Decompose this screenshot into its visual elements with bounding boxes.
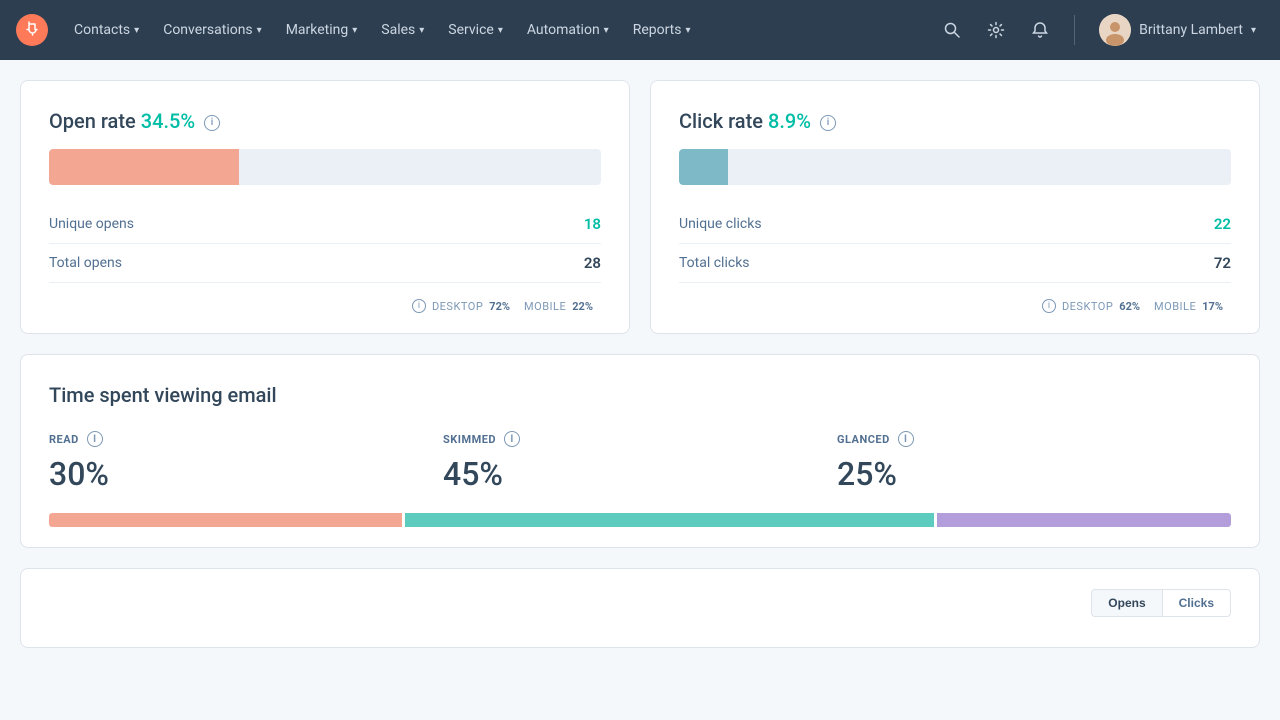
click-mobile-val: 17% bbox=[1202, 300, 1223, 313]
click-rate-fill bbox=[679, 149, 728, 185]
time-card-title: Time spent viewing email bbox=[49, 383, 1231, 407]
username-label: Brittany Lambert bbox=[1139, 22, 1243, 38]
unique-opens-value: 18 bbox=[584, 215, 601, 233]
navbar: Contacts ▾ Conversations ▾ Marketing ▾ S… bbox=[0, 0, 1280, 60]
click-desktop-val: 62% bbox=[1119, 300, 1140, 313]
glanced-info-icon[interactable]: i bbox=[898, 431, 914, 447]
desktop-val: 72% bbox=[489, 300, 510, 313]
chevron-down-icon: ▾ bbox=[257, 25, 262, 36]
read-info-icon[interactable]: i bbox=[87, 431, 103, 447]
time-stats: READ i 30% SKIMMED i 45% GLANCED i 25% bbox=[49, 431, 1231, 493]
total-opens-label: Total opens bbox=[49, 255, 122, 271]
open-rate-info-icon[interactable]: i bbox=[204, 115, 220, 131]
opens-button[interactable]: Opens bbox=[1091, 589, 1162, 617]
hubspot-logo[interactable] bbox=[16, 14, 48, 46]
read-value: 30% bbox=[49, 455, 443, 493]
unique-opens-row: Unique opens 18 bbox=[49, 205, 601, 244]
main-content: Open rate 34.5% i Unique opens 18 Total … bbox=[0, 60, 1280, 668]
avatar bbox=[1099, 14, 1131, 46]
skimmed-stat: SKIMMED i 45% bbox=[443, 431, 837, 493]
open-rate-progress-bar bbox=[49, 149, 601, 185]
user-menu[interactable]: Brittany Lambert ▾ bbox=[1091, 10, 1264, 50]
nav-divider bbox=[1074, 15, 1075, 45]
glanced-value: 25% bbox=[837, 455, 1231, 493]
opens-clicks-toggle: Opens Clicks bbox=[1091, 589, 1231, 617]
skimmed-value: 45% bbox=[443, 455, 837, 493]
footer-info-icon[interactable]: i bbox=[412, 299, 426, 313]
nav-reports[interactable]: Reports ▾ bbox=[623, 14, 701, 46]
open-rate-footer: i DESKTOP 72% MOBILE 22% bbox=[49, 299, 601, 313]
nav-contacts[interactable]: Contacts ▾ bbox=[64, 14, 149, 46]
cards-row: Open rate 34.5% i Unique opens 18 Total … bbox=[20, 80, 1260, 334]
nav-service[interactable]: Service ▾ bbox=[438, 14, 513, 46]
chevron-down-icon: ▾ bbox=[498, 25, 503, 36]
open-rate-card: Open rate 34.5% i Unique opens 18 Total … bbox=[20, 80, 630, 334]
settings-button[interactable] bbox=[978, 12, 1014, 48]
click-rate-info-icon[interactable]: i bbox=[820, 115, 836, 131]
chevron-down-icon: ▾ bbox=[419, 25, 424, 36]
nav-automation[interactable]: Automation ▾ bbox=[517, 14, 619, 46]
chevron-down-icon: ▾ bbox=[352, 25, 357, 36]
read-stat: READ i 30% bbox=[49, 431, 443, 493]
mobile-label: MOBILE bbox=[524, 300, 566, 313]
click-rate-title: Click rate 8.9% i bbox=[679, 109, 1231, 133]
total-opens-row: Total opens 28 bbox=[49, 244, 601, 283]
open-rate-fill bbox=[49, 149, 239, 185]
skimmed-label: SKIMMED i bbox=[443, 431, 837, 447]
click-rate-value: 8.9% bbox=[768, 109, 811, 133]
chevron-down-icon: ▾ bbox=[134, 25, 139, 36]
click-rate-card: Click rate 8.9% i Unique clicks 22 Total… bbox=[650, 80, 1260, 334]
click-rate-footer: i DESKTOP 62% MOBILE 17% bbox=[679, 299, 1231, 313]
open-rate-title: Open rate 34.5% i bbox=[49, 109, 601, 133]
glanced-stat: GLANCED i 25% bbox=[837, 431, 1231, 493]
nav-items: Contacts ▾ Conversations ▾ Marketing ▾ S… bbox=[64, 14, 934, 46]
glanced-label: GLANCED i bbox=[837, 431, 1231, 447]
read-bar-segment bbox=[49, 513, 402, 527]
nav-marketing[interactable]: Marketing ▾ bbox=[276, 14, 368, 46]
unique-opens-label: Unique opens bbox=[49, 216, 134, 232]
clicks-button[interactable]: Clicks bbox=[1163, 589, 1231, 617]
open-rate-value: 34.5% bbox=[141, 109, 195, 133]
notifications-button[interactable] bbox=[1022, 12, 1058, 48]
skimmed-bar-segment bbox=[405, 513, 934, 527]
chevron-down-icon: ▾ bbox=[686, 25, 691, 36]
search-button[interactable] bbox=[934, 12, 970, 48]
nav-right: Brittany Lambert ▾ bbox=[934, 10, 1264, 50]
total-clicks-row: Total clicks 72 bbox=[679, 244, 1231, 283]
unique-clicks-label: Unique clicks bbox=[679, 216, 762, 232]
click-rate-progress-bar bbox=[679, 149, 1231, 185]
unique-clicks-row: Unique clicks 22 bbox=[679, 205, 1231, 244]
desktop-label: DESKTOP bbox=[432, 300, 483, 313]
unique-clicks-value: 22 bbox=[1214, 215, 1231, 233]
mobile-val: 22% bbox=[572, 300, 593, 313]
glanced-bar-segment bbox=[937, 513, 1231, 527]
read-label: READ i bbox=[49, 431, 443, 447]
nav-sales[interactable]: Sales ▾ bbox=[371, 14, 434, 46]
user-chevron-icon: ▾ bbox=[1251, 25, 1256, 36]
chevron-down-icon: ▾ bbox=[604, 25, 609, 36]
total-clicks-value: 72 bbox=[1214, 254, 1231, 272]
time-spent-card: Time spent viewing email READ i 30% SKIM… bbox=[20, 354, 1260, 548]
time-stacked-bar bbox=[49, 513, 1231, 527]
total-clicks-label: Total clicks bbox=[679, 255, 750, 271]
click-mobile-label: MOBILE bbox=[1154, 300, 1196, 313]
footer-info-icon2[interactable]: i bbox=[1042, 299, 1056, 313]
total-opens-value: 28 bbox=[584, 254, 601, 272]
skimmed-info-icon[interactable]: i bbox=[504, 431, 520, 447]
click-desktop-label: DESKTOP bbox=[1062, 300, 1113, 313]
nav-conversations[interactable]: Conversations ▾ bbox=[153, 14, 272, 46]
bottom-card: Opens Clicks bbox=[20, 568, 1260, 648]
